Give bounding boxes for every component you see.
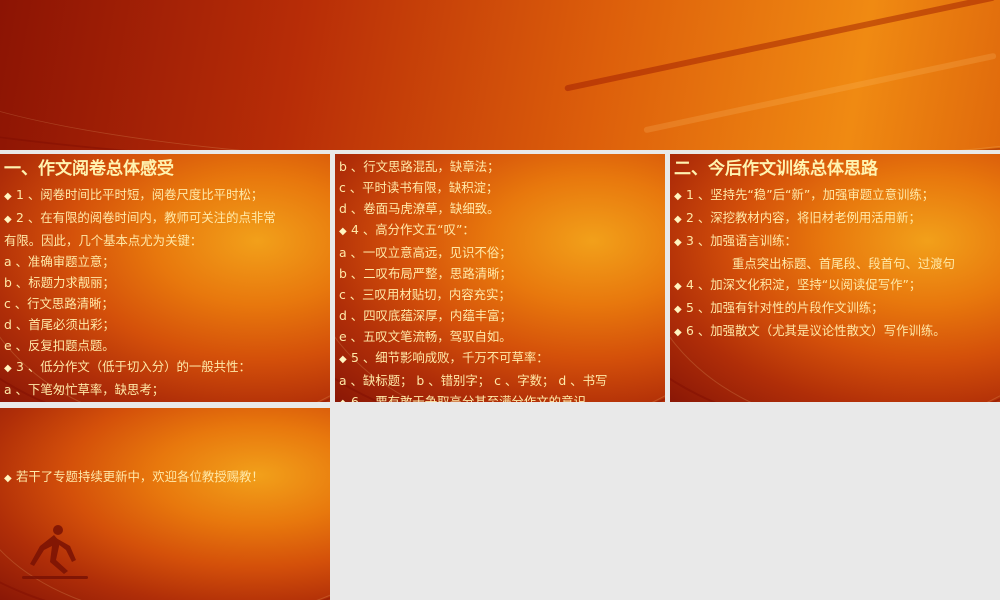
slide-line: a 、一叹立意高远，见识不俗；	[339, 242, 661, 263]
closing-line: ◆ 若干了专题持续更新中，欢迎各位教授赐教！	[4, 466, 326, 489]
line-text: b 、标题力求靓丽；	[4, 275, 115, 290]
slide-line: c 、行文思路清晰；	[4, 293, 326, 314]
line-text: 5 、细节影响成败，千万不可草率：	[351, 350, 549, 365]
line-text: a 、缺标题； b 、错别字； c 、字数； d 、书写	[339, 373, 608, 388]
slide-line: 重点突出标题、首尾段、段首句、过渡句	[674, 253, 996, 274]
line-text: 3 、加强语言训练：	[686, 233, 797, 248]
line-text: d 、四叹底蕴深厚，内蕴丰富；	[339, 308, 512, 323]
line-text: 1 、阅卷时间比平时短，阅卷尺度比平时松；	[16, 187, 264, 202]
slide-line: b 、二叹布局严整，思路清晰；	[339, 263, 661, 284]
line-text: c 、平时读书有限，缺积淀；	[339, 180, 499, 195]
line-text: d 、卷面马虎潦草，缺细致。	[339, 201, 500, 216]
line-text: 4 、加深文化积淀，坚持“以阅读促写作”；	[686, 277, 922, 292]
slide-line: ◆ 5 、细节影响成败，千万不可草率：	[339, 347, 661, 370]
slide-line: ◆ 1 、坚持先“稳”后“新”，加强审题立意训练；	[674, 184, 996, 207]
line-text: a 、一叹立意高远，见识不俗；	[339, 245, 512, 260]
slide-title: 二、今后作文训练总体思路	[674, 159, 878, 179]
sprinter-icon	[22, 525, 88, 579]
slide-line: b 、行文思路混乱，缺章法；	[339, 156, 661, 177]
slide-reading-impressions[interactable]: 一、作文阅卷总体感受 ◆ 1 、阅卷时间比平时短，阅卷尺度比平时松； ◆ 2 、在有限…	[0, 154, 330, 402]
slide-line: ◆ 3 、加强语言训练：	[674, 230, 996, 253]
diamond-bullet-icon: ◆	[4, 363, 12, 374]
slide-line: d 、首尾必须出彩；	[4, 314, 326, 335]
line-text: 5 、加强有针对性的片段作文训练；	[686, 300, 884, 315]
diamond-bullet-icon: ◆	[674, 214, 682, 225]
line-text: e 、五叹文笔流畅，驾驭自如。	[339, 329, 512, 344]
diamond-bullet-icon: ◆	[674, 327, 682, 338]
line-text: 6 、加强散文（尤其是议论性散文）写作训练。	[686, 323, 946, 338]
slide-line: ◆ 4 、高分作文五“叹”：	[339, 219, 661, 242]
title-slide-banner	[0, 0, 1000, 150]
slide-line: ◆ 6 、加强散文（尤其是议论性散文）写作训练。	[674, 320, 996, 343]
slide-line: ◆ 5 、加强有针对性的片段作文训练；	[674, 297, 996, 320]
slide-line: ◆ 2 、深挖教材内容，将旧材老例用活用新；	[674, 207, 996, 230]
line-text: a 、准确审题立意；	[4, 254, 115, 269]
line-text: a 、下笔匆忙草率，缺思考；	[4, 382, 165, 397]
line-text: 4 、高分作文五“叹”：	[351, 222, 475, 237]
line-text: c 、三叹用材贴切，内容充实；	[339, 287, 511, 302]
diamond-bullet-icon: ◆	[339, 393, 351, 402]
line-text: d 、首尾必须出彩；	[4, 317, 115, 332]
slide-line: 有限。因此，几个基本点尤为关键：	[4, 230, 326, 251]
slide-line: c 、三叹用材贴切，内容充实；	[339, 284, 661, 305]
diamond-bullet-icon: ◆	[339, 354, 347, 365]
line-text: e 、反复扣题点题。	[4, 338, 115, 353]
slide-line: a 、下笔匆忙草率，缺思考；	[4, 379, 326, 400]
slide-title: 一、作文阅卷总体感受	[4, 159, 174, 179]
slide-closing[interactable]: ◆ 若干了专题持续更新中，欢迎各位教授赐教！	[0, 408, 330, 600]
line-text: 6 、要有敢于争取高分甚至满分作文的意识。	[351, 394, 599, 402]
slide-line: a 、缺标题； b 、错别字； c 、字数； d 、书写	[339, 370, 661, 391]
slide-line: ◆ 2 、在有限的阅卷时间内，教师可关注的点非常	[4, 207, 326, 230]
line-text: 有限。因此，几个基本点尤为关键：	[4, 233, 203, 248]
line-text: c 、行文思路清晰；	[4, 296, 114, 311]
line-text: 3 、低分作文（低于切入分）的一般共性：	[16, 359, 251, 374]
line-text: 2 、深挖教材内容，将旧材老例用活用新；	[686, 210, 921, 225]
diamond-bullet-icon: ◆	[4, 214, 12, 225]
slide-line: ◆ 4 、加深文化积淀，坚持“以阅读促写作”；	[674, 274, 996, 297]
slide-line: ◆ 1 、阅卷时间比平时短，阅卷尺度比平时松；	[4, 184, 326, 207]
diamond-bullet-icon: ◆	[674, 191, 682, 202]
slide-line: a 、准确审题立意；	[4, 251, 326, 272]
diamond-bullet-icon: ◆	[674, 304, 682, 315]
diamond-bullet-icon: ◆	[4, 473, 12, 484]
slide-line: d 、四叹底蕴深厚，内蕴丰富；	[339, 305, 661, 326]
line-text: 1 、坚持先“稳”后“新”，加强审题立意训练；	[686, 187, 935, 202]
slide-line: d 、卷面马虎潦草，缺细致。	[339, 198, 661, 219]
slide-line: e 、五叹文笔流畅，驾驭自如。	[339, 326, 661, 347]
line-text: b 、二叹布局严整，思路清晰；	[339, 266, 512, 281]
slide-high-score-essays[interactable]: b 、行文思路混乱，缺章法； c 、平时读书有限，缺积淀； d 、卷面马虎潦草，缺细…	[335, 154, 665, 402]
diamond-bullet-icon: ◆	[339, 226, 347, 237]
diamond-bullet-icon: ◆	[674, 237, 682, 248]
line-text: 重点突出标题、首尾段、段首句、过渡句	[732, 256, 956, 271]
slide-line: e 、反复扣题点题。	[4, 335, 326, 356]
closing-text: 若干了专题持续更新中，欢迎各位教授赐教！	[16, 469, 264, 484]
slide-training-plan[interactable]: 二、今后作文训练总体思路 ◆ 1 、坚持先“稳”后“新”，加强审题立意训练； ◆ 2 …	[670, 154, 1000, 402]
line-text: 2 、在有限的阅卷时间内，教师可关注的点非常	[16, 210, 276, 225]
slide-line: ◆6 、要有敢于争取高分甚至满分作文的意识。	[339, 391, 661, 402]
diamond-bullet-icon: ◆	[674, 281, 682, 292]
slide-line: b 、标题力求靓丽；	[4, 272, 326, 293]
diamond-bullet-icon: ◆	[4, 191, 12, 202]
slide-line: ◆ 3 、低分作文（低于切入分）的一般共性：	[4, 356, 326, 379]
slide-line: c 、平时读书有限，缺积淀；	[339, 177, 661, 198]
line-text: b 、行文思路混乱，缺章法；	[339, 159, 500, 174]
